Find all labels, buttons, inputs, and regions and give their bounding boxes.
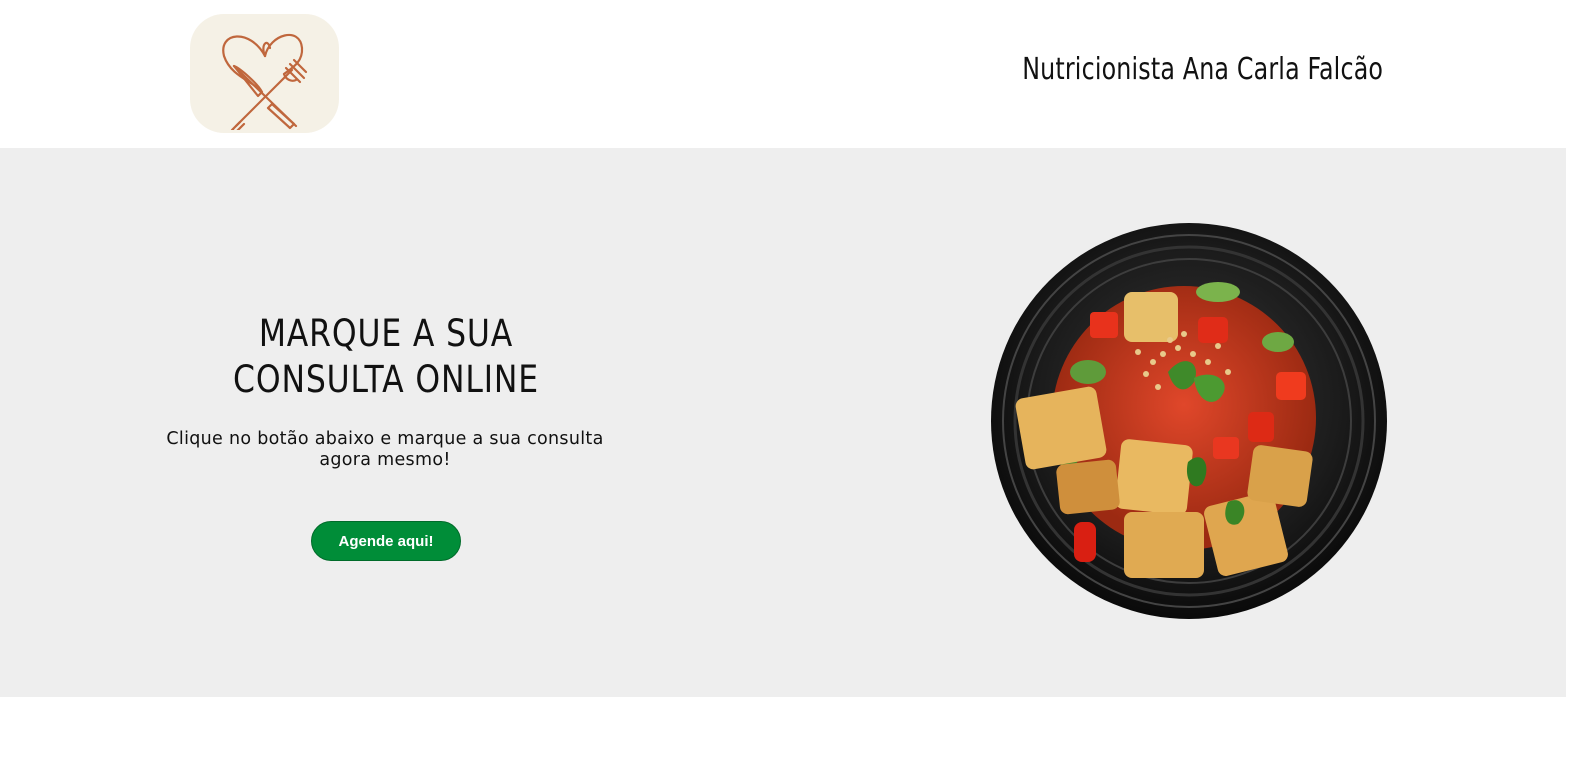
hero-title: Marque a sua consulta online bbox=[216, 311, 556, 403]
hero-section: Marque a sua consulta online Clique no b… bbox=[0, 148, 1566, 697]
logo[interactable] bbox=[190, 14, 339, 133]
schedule-button[interactable]: Agende aqui! bbox=[311, 521, 461, 561]
hero-title-line2: consulta online bbox=[233, 358, 539, 401]
hero-description: Clique no botão abaixo e marque a sua co… bbox=[166, 429, 604, 470]
hero-title-line1: Marque a sua bbox=[258, 312, 514, 355]
heart-fork-knife-icon bbox=[221, 33, 307, 130]
site-header: Nutricionista Ana Carla Falcão bbox=[0, 0, 1576, 148]
food-bowl-image bbox=[991, 223, 1387, 619]
site-title: Nutricionista Ana Carla Falcão bbox=[1022, 52, 1383, 87]
